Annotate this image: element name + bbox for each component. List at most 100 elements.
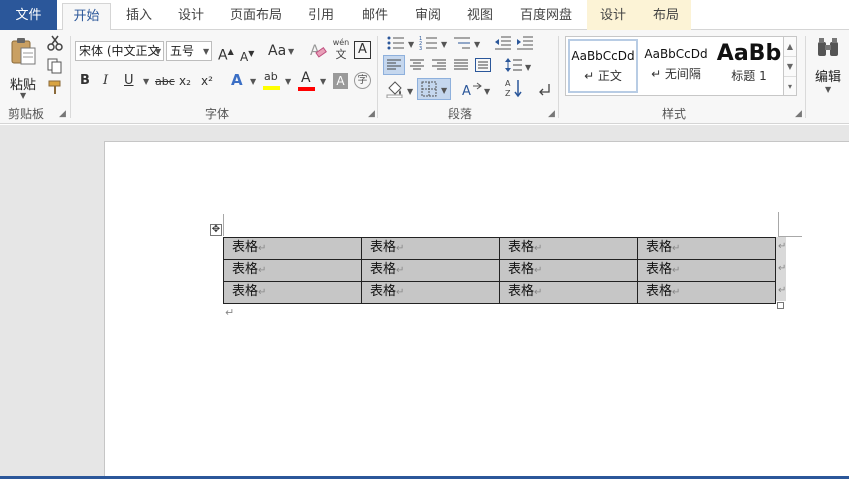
style-heading-1[interactable]: AaBb 标题 1 (714, 39, 784, 93)
tab-mailings[interactable]: 邮件 (352, 0, 398, 30)
editing-button[interactable]: 编辑 ▼ (811, 34, 845, 98)
tab-table-layout[interactable]: 布局 (643, 0, 689, 30)
table-cell[interactable]: 表格↵ (361, 281, 500, 304)
distributed-align-icon[interactable] (475, 58, 491, 72)
strikethrough-button[interactable]: abc (155, 73, 175, 91)
justify-icon[interactable] (453, 58, 469, 72)
grow-font-button[interactable]: A▲ (218, 43, 234, 65)
cell-end-mark: ↵ (534, 243, 543, 254)
align-left-button[interactable] (383, 55, 405, 75)
table-cell[interactable]: 表格↵ (637, 259, 776, 282)
table-cell[interactable]: 表格↵ (223, 237, 362, 260)
line-spacing-icon[interactable] (505, 57, 523, 73)
table-resize-handle[interactable] (777, 302, 784, 309)
copy-icon[interactable] (47, 58, 63, 74)
tab-file[interactable]: 文件 (0, 0, 57, 30)
highlight-dropdown-icon[interactable]: ▼ (285, 78, 291, 86)
table-row: 表格↵ 表格↵ 表格↵ 表格↵ (223, 259, 776, 282)
tab-view[interactable]: 视图 (457, 0, 503, 30)
show-marks-icon[interactable] (538, 82, 552, 98)
line-spacing-dropdown-icon[interactable]: ▼ (525, 64, 531, 72)
subscript-button[interactable]: x₂ (179, 72, 191, 90)
grow-font-icon: A (218, 47, 228, 64)
superscript-button[interactable]: x² (201, 72, 213, 90)
character-border-button[interactable]: A (354, 41, 371, 59)
font-color-dropdown-icon[interactable]: ▼ (320, 78, 326, 86)
align-right-icon[interactable] (431, 58, 447, 72)
table-cell[interactable]: 表格↵ (637, 281, 776, 304)
change-case-button[interactable]: Aa (268, 42, 286, 60)
table-cell[interactable]: 表格↵ (499, 281, 638, 304)
table-row: 表格↵ 表格↵ 表格↵ 表格↵ (223, 281, 776, 304)
clear-formatting-icon[interactable]: A (309, 41, 327, 59)
font-name-value: 宋体 (中文正文 (79, 44, 160, 58)
style-no-spacing[interactable]: AaBbCcDd ↵ 无间隔 (640, 39, 712, 93)
cell-end-mark: ↵ (258, 287, 267, 298)
styles-more-icon[interactable]: ▾ (784, 77, 796, 97)
clipboard-icon (11, 38, 36, 65)
format-painter-icon[interactable] (47, 80, 63, 96)
borders-button[interactable]: ▼ (417, 78, 451, 100)
change-case-dropdown-icon[interactable]: ▼ (288, 48, 294, 56)
numbering-dropdown-icon[interactable]: ▼ (441, 41, 447, 49)
bullets-dropdown-icon[interactable]: ▼ (408, 41, 414, 49)
underline-button[interactable]: U (124, 72, 134, 90)
style-normal[interactable]: AaBbCcDd ↵ 正文 (568, 39, 638, 93)
table-cell[interactable]: 表格↵ (223, 281, 362, 304)
styles-launcher-icon[interactable]: ◢ (794, 110, 803, 119)
sort-icon[interactable]: A Z (505, 78, 523, 98)
tab-review[interactable]: 审阅 (405, 0, 451, 30)
clipboard-launcher-icon[interactable]: ◢ (58, 110, 67, 119)
text-effects-button[interactable]: A (231, 71, 243, 89)
styles-scroll-down-icon[interactable]: ▼ (784, 57, 796, 77)
tab-insert[interactable]: 插入 (116, 0, 162, 30)
table-cell[interactable]: 表格↵ (223, 259, 362, 282)
character-shading-button[interactable]: A (333, 73, 348, 89)
phonetic-guide-button[interactable]: wén 文 (332, 38, 350, 62)
shrink-font-button[interactable]: A▼ (240, 45, 254, 66)
font-name-dropdown-icon[interactable]: ▼ (155, 48, 161, 56)
table-cell[interactable]: 表格↵ (499, 259, 638, 282)
text-effects-dropdown-icon[interactable]: ▼ (250, 78, 256, 86)
font-launcher-icon[interactable]: ◢ (367, 110, 376, 119)
font-color-button[interactable]: A (297, 70, 317, 92)
align-center-icon[interactable] (409, 58, 425, 72)
paragraph-launcher-icon[interactable]: ◢ (547, 110, 556, 119)
tab-references[interactable]: 引用 (298, 0, 344, 30)
font-group-label: 字体 (205, 107, 230, 121)
chinese-layout-dropdown-icon[interactable]: ▼ (484, 88, 490, 96)
paste-button[interactable]: 粘贴 ▼ (6, 36, 40, 100)
enclose-characters-button[interactable]: 字 (354, 72, 371, 89)
cell-text: 表格 (508, 262, 535, 277)
table-move-handle-icon[interactable]: ✥ (210, 224, 222, 236)
font-name-combo[interactable]: 宋体 (中文正文 (75, 41, 164, 61)
tab-table-design[interactable]: 设计 (590, 0, 636, 30)
tab-design[interactable]: 设计 (168, 0, 214, 30)
tab-home[interactable]: 开始 (62, 3, 111, 31)
table-cell[interactable]: 表格↵ (361, 237, 500, 260)
styles-scroll-up-icon[interactable]: ▲ (784, 37, 796, 57)
multilevel-list-icon[interactable] (452, 35, 472, 51)
tab-baidu-netdisk[interactable]: 百度网盘 (512, 0, 580, 30)
chinese-layout-icon[interactable]: A (462, 82, 482, 98)
bold-button[interactable]: B (80, 72, 90, 90)
decrease-indent-icon[interactable] (494, 35, 512, 51)
document-table[interactable]: 表格↵ 表格↵ 表格↵ 表格↵ 表格↵ 表格↵ 表格↵ 表格↵ 表格↵ 表格↵ 表格↵ 表格↵ (223, 237, 776, 304)
table-cell[interactable]: 表格↵ (637, 237, 776, 260)
shading-dropdown-icon[interactable]: ▼ (407, 88, 413, 96)
tab-page-layout[interactable]: 页面布局 (222, 0, 290, 30)
numbering-icon[interactable]: 1 2 3 (419, 35, 439, 51)
table-cell[interactable]: 表格↵ (361, 259, 500, 282)
highlight-button[interactable]: ab (262, 70, 282, 92)
editing-label: 编辑 (815, 70, 842, 85)
document-page[interactable] (104, 141, 849, 479)
italic-button[interactable]: I (103, 72, 108, 90)
underline-dropdown-icon[interactable]: ▼ (143, 78, 149, 86)
table-cell[interactable]: 表格↵ (499, 237, 638, 260)
font-size-dropdown-icon[interactable]: ▼ (203, 48, 209, 56)
bullets-icon[interactable] (386, 35, 406, 51)
multilevel-list-dropdown-icon[interactable]: ▼ (474, 41, 480, 49)
shading-icon[interactable] (386, 80, 404, 98)
increase-indent-icon[interactable] (516, 35, 534, 51)
cut-icon[interactable] (47, 35, 63, 51)
